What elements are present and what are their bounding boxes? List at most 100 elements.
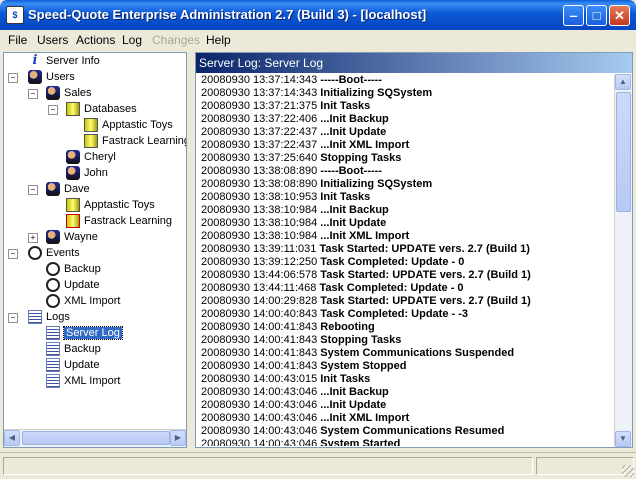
log-message: ...Init Update [320, 399, 387, 411]
tree-panel[interactable]: i Server Info − Users − Sales − Databases… [3, 52, 187, 448]
tree-item-sales[interactable]: Sales [46, 85, 92, 101]
log-vertical-scrollbar[interactable]: ▲ ▼ [614, 74, 632, 447]
scroll-thumb[interactable] [616, 92, 631, 212]
tree-item-db-apptastic-toys[interactable]: Apptastic Toys [84, 117, 173, 133]
tree-label: Fastrack Learning [102, 135, 187, 147]
database-icon [66, 102, 80, 117]
log-timestamp: 20080930 13:37:14:343 [201, 74, 318, 86]
log-timestamp: 20080930 13:39:12:250 [201, 256, 318, 268]
database-icon [66, 198, 80, 213]
log-timestamp: 20080930 13:38:10:984 [201, 217, 318, 229]
log-entry: 20080930 13:37:22:406 ...Init Backup [201, 113, 389, 126]
tree-label-selected: Server Log [63, 326, 123, 340]
tree-item-dave-fastrack-learning[interactable]: Fastrack Learning [66, 213, 172, 229]
tree-item-logs[interactable]: Logs [28, 309, 70, 325]
tree-label: Dave [64, 183, 90, 195]
expand-toggle-databases[interactable]: − [48, 105, 58, 115]
resize-grip-icon[interactable] [622, 465, 634, 477]
tree-item-john[interactable]: John [66, 165, 108, 181]
tree-item-cheryl[interactable]: Cheryl [66, 149, 116, 165]
log-timestamp: 20080930 13:39:11:031 [201, 243, 317, 255]
log-icon [46, 342, 60, 357]
log-message: Init Tasks [320, 100, 371, 112]
menu-users[interactable]: Users [37, 33, 68, 47]
log-icon [46, 374, 60, 389]
log-message: Task Completed: Update - 0 [320, 256, 465, 268]
tree-label: Sales [64, 87, 92, 99]
minimize-button[interactable]: ‒ [563, 5, 584, 26]
log-entry: 20080930 13:37:21:375 Init Tasks [201, 100, 370, 113]
log-message: ...Init XML Import [320, 230, 410, 242]
tree-item-event-backup[interactable]: Backup [46, 261, 101, 277]
expand-toggle-logs[interactable]: − [8, 313, 18, 323]
clock-icon [46, 278, 60, 293]
close-button[interactable]: ✕ [609, 5, 630, 26]
tree-label: Cheryl [84, 151, 116, 163]
tree-item-event-xml-import[interactable]: XML Import [46, 293, 120, 309]
tree-horizontal-scrollbar[interactable]: ◀ ▶ [4, 429, 186, 447]
tree-item-log-update[interactable]: Update [46, 357, 99, 373]
scroll-up-arrow-icon[interactable]: ▲ [615, 74, 631, 90]
log-entry: 20080930 13:37:22:437 ...Init XML Import [201, 139, 409, 152]
tree-item-databases[interactable]: Databases [66, 101, 137, 117]
log-entry: 20080930 14:00:41:843 System Stopped [201, 360, 406, 373]
log-icon [46, 326, 60, 341]
user-icon [66, 166, 80, 181]
log-timestamp: 20080930 14:00:41:843 [201, 334, 318, 346]
tree-label: Apptastic Toys [84, 199, 155, 211]
log-message: System Communications Suspended [320, 347, 515, 359]
log-list[interactable]: 20080930 13:37:14:343 -----Boot----- 2008… [198, 74, 612, 446]
scroll-right-arrow-icon[interactable]: ▶ [170, 430, 186, 446]
menu-help[interactable]: Help [206, 33, 231, 47]
tree-item-server-info[interactable]: i Server Info [28, 53, 100, 69]
log-icon [46, 358, 60, 373]
log-entry: 20080930 14:00:41:843 Rebooting [201, 321, 375, 334]
tree-item-wayne[interactable]: Wayne [46, 229, 98, 245]
log-entry: 20080930 13:39:11:031 Task Started: UPDA… [201, 243, 530, 256]
tree-item-event-update[interactable]: Update [46, 277, 99, 293]
tree-item-db-fastrack-learning[interactable]: Fastrack Learning [84, 133, 187, 149]
log-timestamp: 20080930 13:38:10:984 [201, 230, 318, 242]
clock-icon [28, 246, 42, 261]
tree-item-server-log[interactable]: Server Log [46, 325, 123, 341]
tree-label: Logs [46, 311, 70, 323]
log-message: Init Tasks [320, 191, 371, 203]
pane-splitter[interactable] [188, 52, 192, 448]
log-entry: 20080930 14:00:43:046 ...Init XML Import [201, 412, 409, 425]
log-entry: 20080930 13:38:10:984 ...Init XML Import [201, 230, 409, 243]
log-timestamp: 20080930 14:00:40:843 [201, 308, 318, 320]
expand-toggle-wayne[interactable]: + [28, 233, 38, 243]
log-entry: 20080930 13:38:08:890 -----Boot----- [201, 165, 382, 178]
log-entry: 20080930 14:00:29:828 Task Started: UPDA… [201, 295, 531, 308]
menu-actions[interactable]: Actions [76, 33, 115, 47]
scroll-left-arrow-icon[interactable]: ◀ [4, 430, 20, 446]
expand-toggle-events[interactable]: − [8, 249, 18, 259]
tree-item-users[interactable]: Users [28, 69, 75, 85]
log-message: Stopping Tasks [320, 334, 402, 346]
tree-item-dave-apptastic-toys[interactable]: Apptastic Toys [66, 197, 155, 213]
menu-file[interactable]: File [8, 33, 27, 47]
log-message: ...Init Update [320, 126, 387, 138]
tree-item-events[interactable]: Events [28, 245, 80, 261]
window-title-bar[interactable]: $ Speed-Quote Enterprise Administration … [0, 0, 636, 30]
tree-item-log-backup[interactable]: Backup [46, 341, 101, 357]
log-message: Task Started: UPDATE vers. 2.7 (Build 1) [320, 269, 531, 281]
scroll-down-arrow-icon[interactable]: ▼ [615, 431, 631, 447]
log-message: Task Completed: Update - 0 [319, 282, 464, 294]
log-message: Task Started: UPDATE vers. 2.7 (Build 1) [320, 295, 531, 307]
log-message: System Started [320, 438, 401, 446]
scroll-thumb[interactable] [22, 431, 170, 445]
info-icon: i [32, 53, 38, 69]
tree-item-dave[interactable]: Dave [46, 181, 90, 197]
tree-label: Backup [64, 343, 101, 355]
log-timestamp: 20080930 13:44:11:468 [201, 282, 317, 294]
menu-log[interactable]: Log [122, 33, 142, 47]
expand-toggle-users[interactable]: − [8, 73, 18, 83]
tree-item-log-xml-import[interactable]: XML Import [46, 373, 120, 389]
log-entry: 20080930 14:00:41:843 System Communicati… [201, 347, 514, 360]
expand-toggle-dave[interactable]: − [28, 185, 38, 195]
expand-toggle-sales[interactable]: − [28, 89, 38, 99]
clock-icon [46, 294, 60, 309]
maximize-button[interactable]: □ [586, 5, 607, 26]
log-message: -----Boot----- [320, 165, 382, 177]
